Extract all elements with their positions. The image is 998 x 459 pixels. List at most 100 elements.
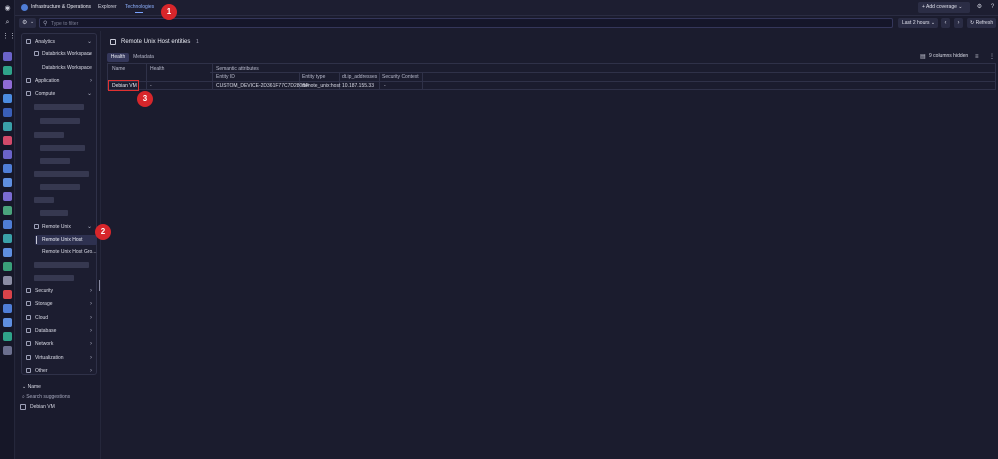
column-header-name[interactable]: Name xyxy=(112,65,125,73)
chevron-down-icon: ⌄ xyxy=(956,4,963,10)
main-content: Remote Unix Host entities 1 Health Metad… xyxy=(102,31,998,459)
tree-label: Database xyxy=(35,328,57,334)
cloud-icon xyxy=(26,315,31,320)
app-icon[interactable] xyxy=(3,346,12,355)
tree-item-database[interactable]: Database › xyxy=(26,326,96,336)
name-filter-label: Name xyxy=(27,384,41,390)
search-icon[interactable]: ⌕ xyxy=(2,18,13,27)
app-icon[interactable] xyxy=(3,192,12,201)
app-icon[interactable] xyxy=(3,52,12,61)
app-icon[interactable] xyxy=(3,262,12,271)
filter-settings-button[interactable]: ⚙ ⌄ xyxy=(19,18,36,28)
page-title: Remote Unix Host entities 1 xyxy=(121,39,199,45)
chevron-right-icon: › xyxy=(90,341,92,347)
entity-id-cell: CUSTOM_DEVICE-2D361F77C7D280BF xyxy=(216,83,309,89)
columns-hidden-button[interactable]: 9 columns hidden xyxy=(929,53,968,59)
app-icon[interactable] xyxy=(3,220,12,229)
more-icon[interactable]: ⋮ xyxy=(989,53,995,62)
divider xyxy=(212,64,213,90)
refresh-label: Refresh xyxy=(975,20,994,26)
column-header-ip-addresses[interactable]: dt.ip_addresses xyxy=(342,73,377,81)
remote-unix-icon xyxy=(34,224,39,229)
tree-item-network[interactable]: Network › xyxy=(26,339,96,349)
search-suggestions-input[interactable]: ⌕ Search suggestions xyxy=(22,394,70,400)
tree-item-compute[interactable]: Compute ⌄ xyxy=(26,89,96,99)
tab-metadata[interactable]: Metadata xyxy=(131,53,156,62)
app-icon[interactable] xyxy=(3,304,12,313)
sidebar-toggle-icon[interactable] xyxy=(110,39,116,45)
nav-technologies[interactable]: Technologies xyxy=(125,4,154,10)
health-cell: - xyxy=(150,83,152,89)
tree-item-databricks-workspace[interactable]: Databricks Workspace ⌄ xyxy=(34,49,96,59)
app-icon[interactable] xyxy=(3,66,12,75)
help-icon[interactable]: ? xyxy=(989,4,996,11)
step-marker-3: 3 xyxy=(137,91,153,107)
refresh-button[interactable]: ↻ Refresh xyxy=(967,18,996,28)
settings-icon[interactable]: ≡ xyxy=(975,53,979,62)
app-icon[interactable] xyxy=(3,290,12,299)
tree-label: Analytics xyxy=(35,39,56,45)
analytics-icon xyxy=(26,39,31,44)
tree-item-cloud[interactable]: Cloud › xyxy=(26,313,96,323)
entity-count: 1 xyxy=(196,39,199,45)
divider xyxy=(422,73,423,90)
tree-item-databricks-workspace-child[interactable]: Databricks Workspace xyxy=(42,63,92,73)
other-icon xyxy=(26,368,31,373)
databricks-icon xyxy=(34,51,39,56)
column-header-entity-id[interactable]: Entity ID xyxy=(216,73,235,81)
debian-vm-checkbox[interactable] xyxy=(20,404,26,410)
filter-placeholder: Type to filter xyxy=(51,21,79,27)
divider xyxy=(146,64,147,90)
highlighted-name-cell xyxy=(108,80,139,91)
blurred-item xyxy=(34,171,89,177)
sidebar-scrollbar[interactable] xyxy=(99,280,100,291)
app-title[interactable]: Infrastructure & Operations xyxy=(31,4,91,10)
tab-health[interactable]: Health xyxy=(107,53,129,62)
debian-vm-option-label[interactable]: Debian VM xyxy=(30,404,55,410)
chevron-right-icon: › xyxy=(90,355,92,361)
blurred-item xyxy=(40,145,85,151)
app-icon[interactable] xyxy=(3,94,12,103)
app-icon[interactable] xyxy=(3,178,12,187)
column-header-entity-type[interactable]: Entity type xyxy=(302,73,325,81)
chevron-down-icon: ⌄ xyxy=(929,20,936,26)
tree-item-virtualization[interactable]: Virtualization › xyxy=(26,353,96,363)
tree-item-security[interactable]: Security › xyxy=(26,286,96,296)
app-icon[interactable] xyxy=(3,80,12,89)
tree-item-remote-unix-host-group[interactable]: Remote Unix Host Gro... xyxy=(42,247,96,257)
tree-item-remote-unix[interactable]: Remote Unix ⌄ xyxy=(34,222,96,232)
chevron-down-icon: ⌄ xyxy=(86,91,92,97)
column-header-health[interactable]: Health xyxy=(150,65,164,73)
app-icon[interactable] xyxy=(3,206,12,215)
home-icon[interactable]: ◉ xyxy=(2,4,13,13)
column-header-security-context[interactable]: Security Context xyxy=(382,73,419,81)
tree-item-analytics[interactable]: Analytics ⌄ xyxy=(26,37,96,47)
app-icon[interactable] xyxy=(3,318,12,327)
settings-icon[interactable]: ⚙ xyxy=(976,4,983,11)
tree-item-remote-unix-host[interactable]: Remote Unix Host xyxy=(35,235,97,245)
tree-label: Security xyxy=(35,288,54,294)
app-icon[interactable] xyxy=(3,164,12,173)
tree-item-storage[interactable]: Storage › xyxy=(26,299,96,309)
app-icon[interactable] xyxy=(3,108,12,117)
time-back-button[interactable]: ‹ xyxy=(941,18,950,28)
name-filter-header[interactable]: ⌄ Name xyxy=(22,384,41,390)
nav-explorer[interactable]: Explorer xyxy=(98,4,117,10)
app-icon[interactable] xyxy=(3,150,12,159)
time-forward-button[interactable]: › xyxy=(954,18,963,28)
tree-item-application[interactable]: Application › xyxy=(26,76,96,86)
apps-grid-icon[interactable]: ⋮⋮ xyxy=(2,32,16,41)
filter-bar: ⚙ ⌄ ⚲ Type to filter Last 2 hours ⌄ ‹ › … xyxy=(15,17,998,30)
timeframe-selector[interactable]: Last 2 hours ⌄ xyxy=(898,18,938,28)
app-icon[interactable] xyxy=(3,122,12,131)
app-icon[interactable] xyxy=(3,248,12,257)
settings-icon[interactable] xyxy=(3,276,12,285)
filter-icon: ⚲ xyxy=(43,21,48,27)
app-icon[interactable] xyxy=(3,136,12,145)
add-coverage-button[interactable]: + Add coverage ⌄ xyxy=(918,2,970,13)
technology-sidebar: Analytics ⌄ Databricks Workspace ⌄ Datab… xyxy=(16,31,101,459)
tree-item-other[interactable]: Other › xyxy=(26,366,96,376)
app-icon[interactable] xyxy=(3,234,12,243)
app-icon[interactable] xyxy=(3,332,12,341)
chevron-right-icon: › xyxy=(90,288,92,294)
